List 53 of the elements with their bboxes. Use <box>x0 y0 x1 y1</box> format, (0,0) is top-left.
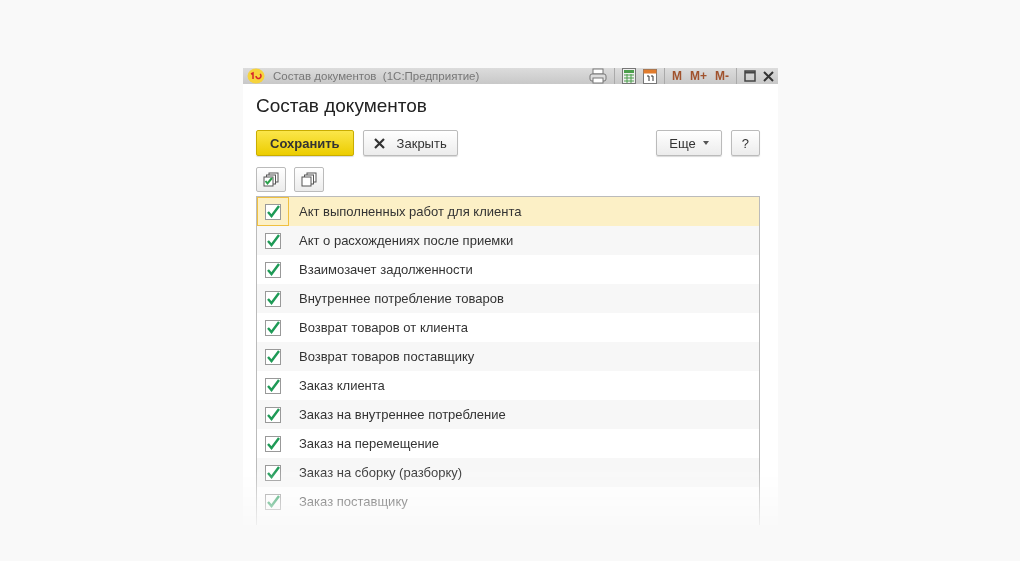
close-button[interactable]: Закрыть <box>362 130 458 156</box>
memory-button[interactable]: M+ <box>690 69 707 83</box>
memory-button[interactable]: M <box>672 69 682 83</box>
form-heading: Состав документов <box>256 95 428 117</box>
save-button[interactable]: Сохранить <box>256 130 354 156</box>
document-type-label: Заказ клиента <box>299 378 385 393</box>
list-row[interactable]: Внутреннее потребление товаров <box>257 284 759 313</box>
document-type-label: Заказ на сборку (разборку) <box>299 465 463 480</box>
logo-icon <box>247 68 265 84</box>
checkbox[interactable] <box>265 319 281 336</box>
maximize-icon[interactable] <box>744 70 756 82</box>
document-type-label: Взаимозачет задолженности <box>299 262 473 277</box>
checkbox[interactable] <box>265 261 281 278</box>
checkbox[interactable] <box>265 464 281 481</box>
memory-button[interactable]: M- <box>715 69 729 83</box>
window-title: Состав документов (1С:Предприятие) <box>273 70 480 82</box>
document-type-label: Внутреннее потребление товаров <box>299 291 504 306</box>
stack-icon <box>301 172 317 187</box>
calendar-icon[interactable] <box>643 68 657 84</box>
checkbox[interactable] <box>265 232 281 249</box>
checkbox[interactable] <box>265 290 281 307</box>
checkbox[interactable] <box>265 377 281 394</box>
document-type-label: Акт о расхождениях после приемки <box>299 233 514 248</box>
list-row[interactable]: Заказ клиента <box>257 371 759 400</box>
close-icon[interactable] <box>763 70 774 82</box>
list-row[interactable]: Акт выполненных работ для клиента <box>257 197 759 226</box>
checkbox[interactable] <box>265 348 281 365</box>
checkbox[interactable] <box>265 406 281 423</box>
check-all-button[interactable] <box>256 167 286 192</box>
list-row[interactable]: Взаимозачет задолженности <box>257 255 759 284</box>
caret-icon <box>702 141 709 145</box>
document-type-label: Заказ на перемещение <box>299 436 440 451</box>
list-row[interactable]: Акт о расхождениях после приемки <box>257 226 759 255</box>
checkbox[interactable] <box>265 435 281 452</box>
calculator-icon[interactable] <box>622 68 636 84</box>
list-row[interactable]: Заказ на перемещение <box>257 429 759 458</box>
checkbox[interactable] <box>265 203 281 220</box>
printer-icon[interactable] <box>589 68 607 84</box>
document-type-label: Заказ поставщику <box>299 494 408 509</box>
document-type-label: Возврат товаров поставщику <box>299 349 475 364</box>
help-button[interactable]: ? <box>730 130 760 156</box>
document-type-label: Заказ на внутреннее потребление <box>299 407 506 422</box>
document-type-label: Акт выполненных работ для клиента <box>299 204 522 219</box>
more-button[interactable]: Еще <box>656 130 722 156</box>
close-icon <box>373 137 385 149</box>
checkbox[interactable] <box>265 493 281 510</box>
checked-stack-icon <box>263 172 279 187</box>
list-row[interactable]: Заказ на сборку (разборку) <box>257 458 759 487</box>
uncheck-all-button[interactable] <box>294 167 324 192</box>
list-row[interactable]: Возврат товаров от клиента <box>257 313 759 342</box>
list-row[interactable]: Возврат товаров поставщику <box>257 342 759 371</box>
list-row[interactable]: Заказ на внутреннее потребление <box>257 400 759 429</box>
document-type-label: Возврат товаров от клиента <box>299 320 468 335</box>
